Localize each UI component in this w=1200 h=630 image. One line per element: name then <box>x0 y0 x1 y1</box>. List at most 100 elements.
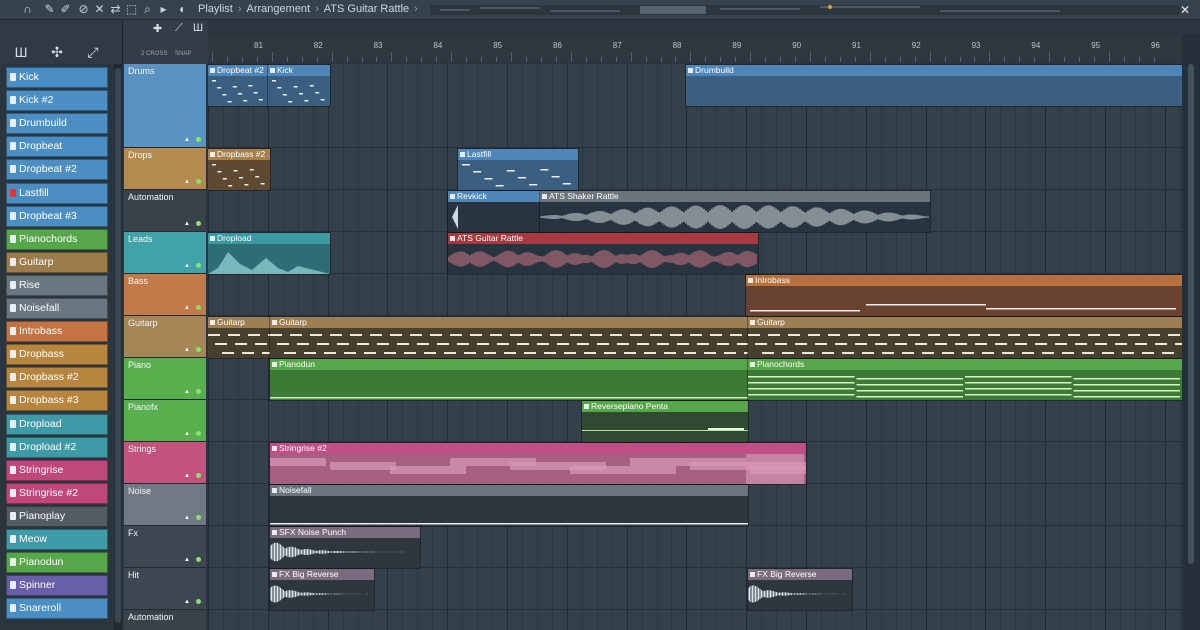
pattern-item[interactable]: Snareroll <box>6 598 108 620</box>
playlist-clip[interactable]: Pianodun <box>270 359 748 400</box>
playlist-clip[interactable]: Guitarp <box>270 317 748 358</box>
playlist-clip[interactable]: FX Big Reverse <box>270 569 374 610</box>
playlist-clip[interactable]: Drumbuild <box>686 65 1182 106</box>
magnet-icon[interactable]: ∩ <box>20 2 35 17</box>
track-enable-icon[interactable] <box>196 221 201 226</box>
track-arrow-icon[interactable]: ▲ <box>184 599 190 605</box>
pattern-item[interactable]: Lastfill <box>6 182 108 204</box>
pattern-item[interactable]: Guitarp <box>6 251 108 273</box>
keys-icon[interactable]: Ш <box>193 22 203 34</box>
track-header[interactable]: Hit ▲ <box>124 568 206 610</box>
play-icon[interactable]: ▸ <box>156 2 171 17</box>
draw-icon[interactable]: ✎ <box>42 2 57 17</box>
snap-icon[interactable]: ✚ <box>153 22 162 35</box>
track-arrow-icon[interactable]: ▲ <box>184 347 190 353</box>
vertical-scrollbar[interactable] <box>1182 34 1200 630</box>
playlist-clip[interactable]: ATS Shaker Rattle <box>540 191 930 232</box>
pattern-item[interactable]: Pianochords <box>6 228 108 250</box>
slide-icon[interactable]: ⤢ <box>84 44 102 61</box>
playlist-clip[interactable]: Dropbeat #2 <box>208 65 268 106</box>
track-header[interactable]: Noise ▲ <box>124 484 206 526</box>
playlist-clip[interactable]: Dropbass #2 <box>208 149 270 190</box>
playlist-clip[interactable]: Dropload <box>208 233 330 274</box>
track-header[interactable]: Drums ▲ <box>124 64 206 148</box>
breadcrumb-item[interactable]: Playlist <box>198 3 233 15</box>
pattern-scrollbar[interactable] <box>114 64 122 630</box>
pattern-item[interactable]: Kick <box>6 67 108 88</box>
pattern-item[interactable]: Stringrise #2 <box>6 482 108 504</box>
arrangement-grid[interactable]: Dropbeat #2 Kick Drumbuild Dropbass #2 Lastf… <box>208 64 1182 630</box>
track-enable-icon[interactable] <box>196 347 201 352</box>
pattern-item[interactable]: Dropbeat #3 <box>6 205 108 227</box>
playlist-clip[interactable]: Revkick <box>448 191 540 232</box>
track-header[interactable]: Automation <box>124 610 206 630</box>
track-arrow-icon[interactable]: ▲ <box>184 305 190 311</box>
playlist-clip[interactable]: Lastfill <box>458 149 578 190</box>
pattern-item[interactable]: Meow <box>6 529 108 550</box>
track-arrow-icon[interactable]: ▲ <box>184 179 190 185</box>
paint-icon[interactable]: ✐ <box>58 2 73 17</box>
track-arrow-icon[interactable]: ▲ <box>184 473 190 479</box>
timeline-ruler[interactable]: 81 82 83 84 85 86 87 88 89 90 91 92 93 94 95 96 <box>208 34 1188 62</box>
piano-icon[interactable]: Ш <box>12 44 30 60</box>
slip-icon[interactable]: ⇄ <box>108 2 123 17</box>
track-arrow-icon[interactable]: ▲ <box>184 389 190 395</box>
track-enable-icon[interactable] <box>196 179 201 184</box>
delete-icon[interactable]: ⊘ <box>76 2 91 17</box>
track-enable-icon[interactable] <box>196 137 201 142</box>
track-arrow-icon[interactable]: ▲ <box>184 137 190 143</box>
track-enable-icon[interactable] <box>196 557 201 562</box>
track-header[interactable]: Pianofx ▲ <box>124 400 206 442</box>
playlist-clip[interactable]: Kick <box>268 65 330 106</box>
playlist-clip[interactable]: Reversepiano Penta <box>582 401 748 442</box>
pattern-item[interactable]: Dropbass <box>6 344 108 366</box>
overview-scrollbar[interactable] <box>240 2 1180 18</box>
track-header[interactable]: Automation ▲ <box>124 190 206 232</box>
mute-icon[interactable]: ✕ <box>92 2 107 17</box>
pattern-item[interactable]: Noisefall <box>6 298 108 319</box>
track-enable-icon[interactable] <box>196 305 201 310</box>
speaker-icon[interactable]: ◖ <box>174 2 189 17</box>
track-enable-icon[interactable] <box>196 515 201 520</box>
playlist-clip[interactable]: SFX Noise Punch <box>270 527 420 568</box>
track-arrow-icon[interactable]: ▲ <box>184 221 190 227</box>
track-enable-icon[interactable] <box>196 263 201 268</box>
track-header[interactable]: Piano ▲ <box>124 358 206 400</box>
pattern-item[interactable]: Dropload <box>6 413 108 435</box>
pattern-item[interactable]: Drumbuild <box>6 113 108 135</box>
select-icon[interactable]: ⬚ <box>124 2 139 17</box>
track-arrow-icon[interactable]: ▲ <box>184 263 190 269</box>
playlist-clip[interactable]: Guitarp <box>208 317 270 358</box>
track-header[interactable]: Bass ▲ <box>124 274 206 316</box>
track-header[interactable]: Fx ▲ <box>124 526 206 568</box>
track-enable-icon[interactable] <box>196 431 201 436</box>
track-arrow-icon[interactable]: ▲ <box>184 557 190 563</box>
track-enable-icon[interactable] <box>196 473 201 478</box>
playlist-clip[interactable]: ATS Guitar Rattle <box>448 233 758 274</box>
pattern-item[interactable]: Spinner <box>6 575 108 597</box>
pattern-item[interactable]: Stringrise <box>6 459 108 481</box>
pattern-item[interactable]: Dropload #2 <box>6 436 108 458</box>
pattern-item[interactable]: Pianodun <box>6 552 108 574</box>
playlist-clip[interactable]: Introbass <box>746 275 1182 316</box>
track-enable-icon[interactable] <box>196 599 201 604</box>
pattern-item[interactable]: Introbass <box>6 321 108 343</box>
pattern-item[interactable]: Dropbass #2 <box>6 367 108 389</box>
pattern-item[interactable]: Dropbeat #2 <box>6 159 108 181</box>
pattern-item[interactable]: Kick #2 <box>6 90 108 112</box>
zoom-icon[interactable]: ⌕ <box>140 2 155 17</box>
step-icon[interactable]: ✣ <box>48 44 66 61</box>
playlist-clip[interactable]: Guitarp <box>748 317 1182 358</box>
track-header[interactable]: Guitarp ▲ <box>124 316 206 358</box>
pattern-item[interactable]: Dropbeat <box>6 136 108 158</box>
pattern-item[interactable]: Pianoplay <box>6 505 108 527</box>
track-header[interactable]: Leads ▲ <box>124 232 206 274</box>
track-arrow-icon[interactable]: ▲ <box>184 431 190 437</box>
track-header[interactable]: Strings ▲ <box>124 442 206 484</box>
playlist-clip[interactable]: Pianochords <box>748 359 1182 400</box>
draw-line-icon[interactable]: ⟋ <box>175 22 183 35</box>
track-arrow-icon[interactable]: ▲ <box>184 515 190 521</box>
playlist-clip[interactable]: Noisefall <box>270 485 748 526</box>
playlist-clip[interactable]: Stringrise #2 <box>270 443 806 484</box>
close-icon[interactable]: ✕ <box>1178 3 1192 17</box>
